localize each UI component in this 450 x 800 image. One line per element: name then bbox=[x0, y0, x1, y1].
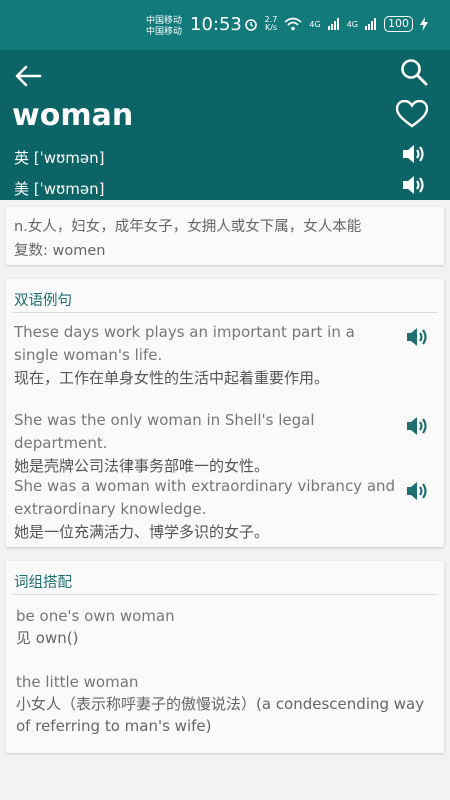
phrase-item: be one's own woman 见 own() bbox=[16, 605, 436, 649]
back-arrow-icon[interactable] bbox=[14, 64, 42, 88]
example-item: These days work plays an important part … bbox=[14, 321, 399, 390]
signal-2-icon bbox=[365, 18, 376, 30]
phrase-cn: 小女人（表示称呼妻子的傲慢说法）(a condescending way of … bbox=[16, 695, 425, 735]
uk-phonetic: 英 [ˈwʊmən] bbox=[14, 149, 105, 167]
phrases-title: 词组搭配 bbox=[12, 561, 438, 595]
phrases-card: 词组搭配 be one's own woman 见 own() the litt… bbox=[6, 561, 444, 753]
example-cn: 现在，工作在单身女性的生活中起着重要作用。 bbox=[14, 369, 330, 387]
carrier-2: 中国移动 bbox=[146, 27, 183, 37]
examples-card: 双语例句 These days work plays an important … bbox=[6, 279, 444, 547]
status-icons: 2.7 K/s 4G 4G 100 bbox=[244, 16, 428, 32]
us-speaker-icon[interactable] bbox=[402, 174, 428, 196]
phrase-item: the little woman 小女人（表示称呼妻子的傲慢说法）(a cond… bbox=[16, 671, 436, 737]
example-cn: 她是一位充满活力、博学多识的女子。 bbox=[14, 523, 270, 541]
example-speaker-icon[interactable] bbox=[406, 480, 430, 502]
word-header: woman 英 [ˈwʊmən] 美 [ˈwʊmən] bbox=[0, 50, 450, 200]
example-item: She was the only woman in Shell's legal … bbox=[14, 409, 399, 478]
phrase-en: the little woman bbox=[16, 673, 139, 691]
carrier-info: 中国移动 中国移动 bbox=[146, 16, 182, 38]
example-item: She was a woman with extraordinary vibra… bbox=[14, 475, 399, 544]
definition-plural: 复数: women bbox=[14, 243, 106, 259]
alarm-icon bbox=[244, 19, 257, 31]
phrase-en: be one's own woman bbox=[16, 607, 175, 625]
example-speaker-icon[interactable] bbox=[406, 326, 430, 348]
signal-1-label: 4G bbox=[309, 19, 321, 29]
signal-2-label: 4G bbox=[346, 19, 358, 29]
example-en: She was the only woman in Shell's legal … bbox=[14, 411, 315, 452]
net-speed: 2.7 K/s bbox=[265, 16, 278, 32]
us-phonetic: 美 [ˈwʊmən] bbox=[14, 180, 105, 198]
examples-title: 双语例句 bbox=[12, 279, 438, 313]
example-en: She was a woman with extraordinary vibra… bbox=[14, 477, 396, 518]
carrier-1: 中国移动 bbox=[146, 16, 183, 26]
battery-indicator: 100 bbox=[384, 16, 413, 32]
status-bar: 中国移动 中国移动 10:53 2.7 K/s 4G 4G 100 bbox=[0, 0, 450, 50]
headword: woman bbox=[12, 98, 134, 133]
definition-card: n.女人，妇女，成年女子，女拥人或女下属，女人本能 复数: women bbox=[6, 207, 444, 265]
phrase-cn: 见 own() bbox=[16, 629, 79, 647]
favorite-heart-icon[interactable] bbox=[396, 100, 428, 128]
charging-icon bbox=[420, 17, 428, 31]
wifi-icon bbox=[284, 17, 302, 31]
example-speaker-icon[interactable] bbox=[406, 415, 430, 437]
example-en: These days work plays an important part … bbox=[14, 323, 355, 364]
net-speed-unit: K/s bbox=[264, 23, 278, 32]
search-icon[interactable] bbox=[400, 58, 428, 86]
definition-meaning: n.女人，妇女，成年女子，女拥人或女下属，女人本能 bbox=[14, 219, 362, 235]
signal-1-icon bbox=[327, 18, 339, 30]
clock: 10:53 bbox=[190, 14, 242, 35]
uk-speaker-icon[interactable] bbox=[402, 143, 428, 165]
